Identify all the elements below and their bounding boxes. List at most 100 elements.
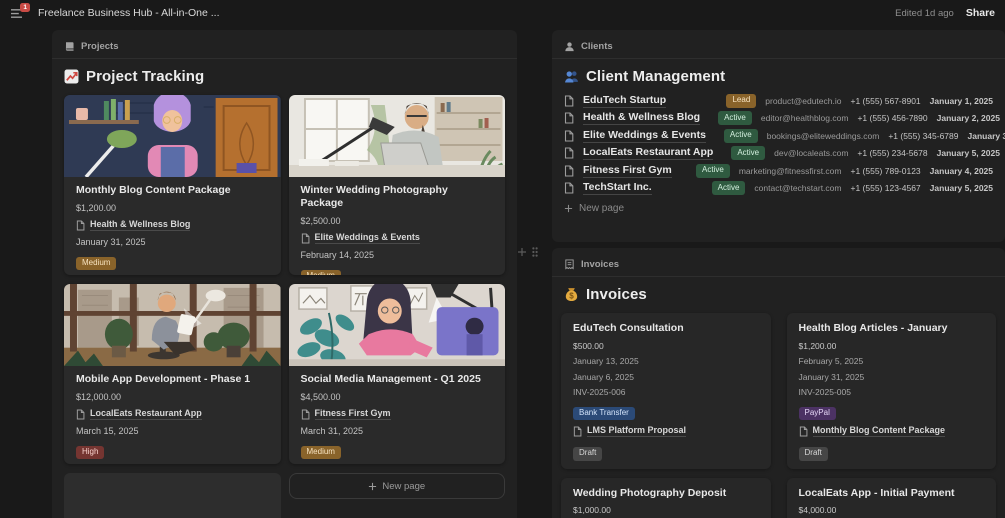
project-card-image bbox=[64, 95, 281, 177]
divider bbox=[552, 58, 1005, 59]
client-email: editor@healthblog.com bbox=[760, 113, 849, 124]
page-icon bbox=[564, 147, 574, 159]
project-card[interactable]: Monthly Blog Content Package $1,200.00 H… bbox=[64, 95, 281, 275]
new-project-button[interactable]: New page bbox=[288, 473, 505, 499]
client-phone: +1 (555) 567-8901 bbox=[850, 95, 921, 106]
project-client-link[interactable]: Health & Wellness Blog bbox=[76, 219, 269, 231]
invoice-status-badge: Draft bbox=[573, 446, 603, 461]
project-client-link[interactable]: Fitness First Gym bbox=[301, 408, 494, 420]
project-amount: $1,200.00 bbox=[76, 203, 117, 213]
project-title: Monthly Blog Content Package bbox=[76, 184, 231, 196]
client-row[interactable]: Elite Weddings & Events Active bookings@… bbox=[564, 127, 1005, 145]
tab-projects[interactable]: Projects bbox=[52, 30, 517, 52]
top-bar: 1 Freelance Business Hub - All-in-One ..… bbox=[0, 0, 1005, 26]
project-card[interactable]: Social Media Management - Q1 2025 $4,500… bbox=[288, 284, 505, 464]
people-icon bbox=[564, 69, 579, 84]
sidebar-toggle-button[interactable]: 1 bbox=[10, 3, 30, 20]
invoices-panel: Invoices Invoices EduTech Consultation $… bbox=[552, 248, 1005, 518]
invoice-status-badge: Draft bbox=[798, 446, 828, 461]
divider bbox=[52, 58, 517, 59]
priority-badge: Medium bbox=[76, 256, 117, 271]
client-status-badge: Active bbox=[718, 111, 752, 126]
invoice-number: INV-2025-005 bbox=[798, 387, 851, 397]
invoice-due-date: February 5, 2025 bbox=[798, 356, 864, 366]
project-amount: $4,500.00 bbox=[300, 392, 341, 402]
tab-clients[interactable]: Clients bbox=[552, 30, 1005, 52]
client-list: EduTech Startup Lead product@edutech.io … bbox=[552, 92, 1005, 197]
edited-timestamp: Edited 1d ago bbox=[895, 7, 954, 19]
invoice-title: EduTech Consultation bbox=[573, 322, 684, 334]
add-block-icon[interactable] bbox=[517, 247, 527, 257]
project-card[interactable]: Winter Wedding Photography Package $2,50… bbox=[288, 95, 505, 275]
client-status-badge: Active bbox=[731, 146, 766, 161]
invoice-project-link[interactable]: Monthly Blog Content Package bbox=[799, 425, 985, 438]
invoice-amount: $500.00 bbox=[573, 340, 604, 351]
invoice-amount: $4,000.00 bbox=[798, 505, 837, 516]
project-client-link[interactable]: Elite Weddings & Events bbox=[301, 232, 494, 244]
client-row[interactable]: EduTech Startup Lead product@edutech.io … bbox=[564, 92, 993, 110]
project-gallery: Monthly Blog Content Package $1,200.00 H… bbox=[52, 95, 517, 518]
client-row[interactable]: LocalEats Restaurant App Active dev@loca… bbox=[564, 145, 1000, 163]
invoice-project-link[interactable]: LMS Platform Proposal bbox=[573, 425, 759, 438]
project-date: March 15, 2025 bbox=[76, 426, 139, 436]
project-card-image bbox=[288, 284, 505, 366]
payment-method-badge: Bank Transfer bbox=[573, 406, 635, 421]
client-phone: +1 (555) 789-0123 bbox=[850, 165, 921, 176]
page-title[interactable]: Freelance Business Hub - All-in-One ... bbox=[38, 7, 220, 19]
client-phone: +1 (555) 123-4567 bbox=[850, 183, 921, 194]
plus-icon bbox=[564, 204, 573, 213]
tab-invoices[interactable]: Invoices bbox=[552, 248, 1005, 270]
client-date: January 1, 2025 bbox=[929, 95, 993, 106]
client-status-badge: Active bbox=[711, 181, 746, 196]
project-date: March 31, 2025 bbox=[300, 426, 364, 436]
client-status-badge: Lead bbox=[726, 93, 757, 108]
invoice-card[interactable]: LocalEats App - Initial Payment $4,000.0… bbox=[786, 477, 996, 518]
projects-heading: Project Tracking bbox=[52, 65, 517, 87]
priority-badge: Medium bbox=[300, 445, 341, 460]
client-phone: +1 (555) 234-5678 bbox=[857, 148, 928, 159]
invoices-heading: Invoices bbox=[552, 283, 1005, 305]
client-row[interactable]: Fitness First Gym Active marketing@fitne… bbox=[564, 162, 993, 180]
project-title: Winter Wedding Photography Package bbox=[300, 184, 448, 209]
invoice-card[interactable]: Wedding Photography Deposit $1,000.00 Ja… bbox=[561, 477, 771, 518]
page-icon bbox=[564, 112, 574, 124]
invoice-card[interactable]: Health Blog Articles - January $1,200.00… bbox=[786, 313, 996, 469]
invoice-issue-date: January 6, 2025 bbox=[573, 371, 634, 382]
share-button[interactable]: Share bbox=[966, 7, 995, 19]
page-icon bbox=[76, 220, 85, 231]
client-status-badge: Active bbox=[723, 128, 758, 143]
invoice-title: Wedding Photography Deposit bbox=[573, 486, 727, 499]
page-icon bbox=[799, 426, 808, 437]
page-icon bbox=[301, 233, 310, 244]
project-date: February 14, 2025 bbox=[300, 250, 375, 260]
project-client-link[interactable]: LocalEats Restaurant App bbox=[76, 408, 269, 420]
book-icon bbox=[64, 41, 75, 52]
drag-handle-icon[interactable] bbox=[531, 246, 539, 258]
projects-panel: Projects Project Tracking Monthly Blog C… bbox=[52, 30, 517, 518]
invoice-card[interactable]: EduTech Consultation $500.00 January 13,… bbox=[561, 313, 771, 469]
project-amount: $2,500.00 bbox=[300, 216, 341, 226]
project-card[interactable]: Mobile App Development - Phase 1 $12,000… bbox=[64, 284, 281, 464]
page-icon bbox=[573, 426, 582, 437]
chart-increasing-icon bbox=[64, 69, 79, 84]
priority-badge: Medium bbox=[300, 269, 341, 275]
invoice-number: INV-2025-006 bbox=[573, 387, 626, 397]
new-client-button[interactable]: New page bbox=[552, 203, 1005, 214]
client-row[interactable]: TechStart Inc. Active contact@techstart.… bbox=[564, 180, 993, 198]
client-row[interactable]: Health & Wellness Blog Active editor@hea… bbox=[564, 110, 1000, 128]
project-amount: $12,000.00 bbox=[76, 392, 122, 402]
receipt-icon bbox=[564, 259, 575, 270]
page-icon bbox=[564, 182, 574, 194]
client-phone: +1 (555) 456-7890 bbox=[857, 113, 928, 124]
invoice-gallery: EduTech Consultation $500.00 January 13,… bbox=[552, 313, 1005, 518]
client-date: January 4, 2025 bbox=[929, 165, 993, 176]
project-card-partial[interactable] bbox=[64, 473, 281, 518]
invoice-amount: $1,200.00 bbox=[798, 340, 837, 351]
page-icon bbox=[564, 130, 574, 142]
divider bbox=[552, 276, 1005, 277]
invoice-amount: $1,000.00 bbox=[573, 505, 611, 516]
project-date: January 31, 2025 bbox=[76, 237, 146, 247]
priority-badge: High bbox=[76, 445, 105, 460]
invoice-title: Health Blog Articles - January bbox=[798, 322, 948, 334]
block-handle[interactable] bbox=[517, 246, 539, 258]
